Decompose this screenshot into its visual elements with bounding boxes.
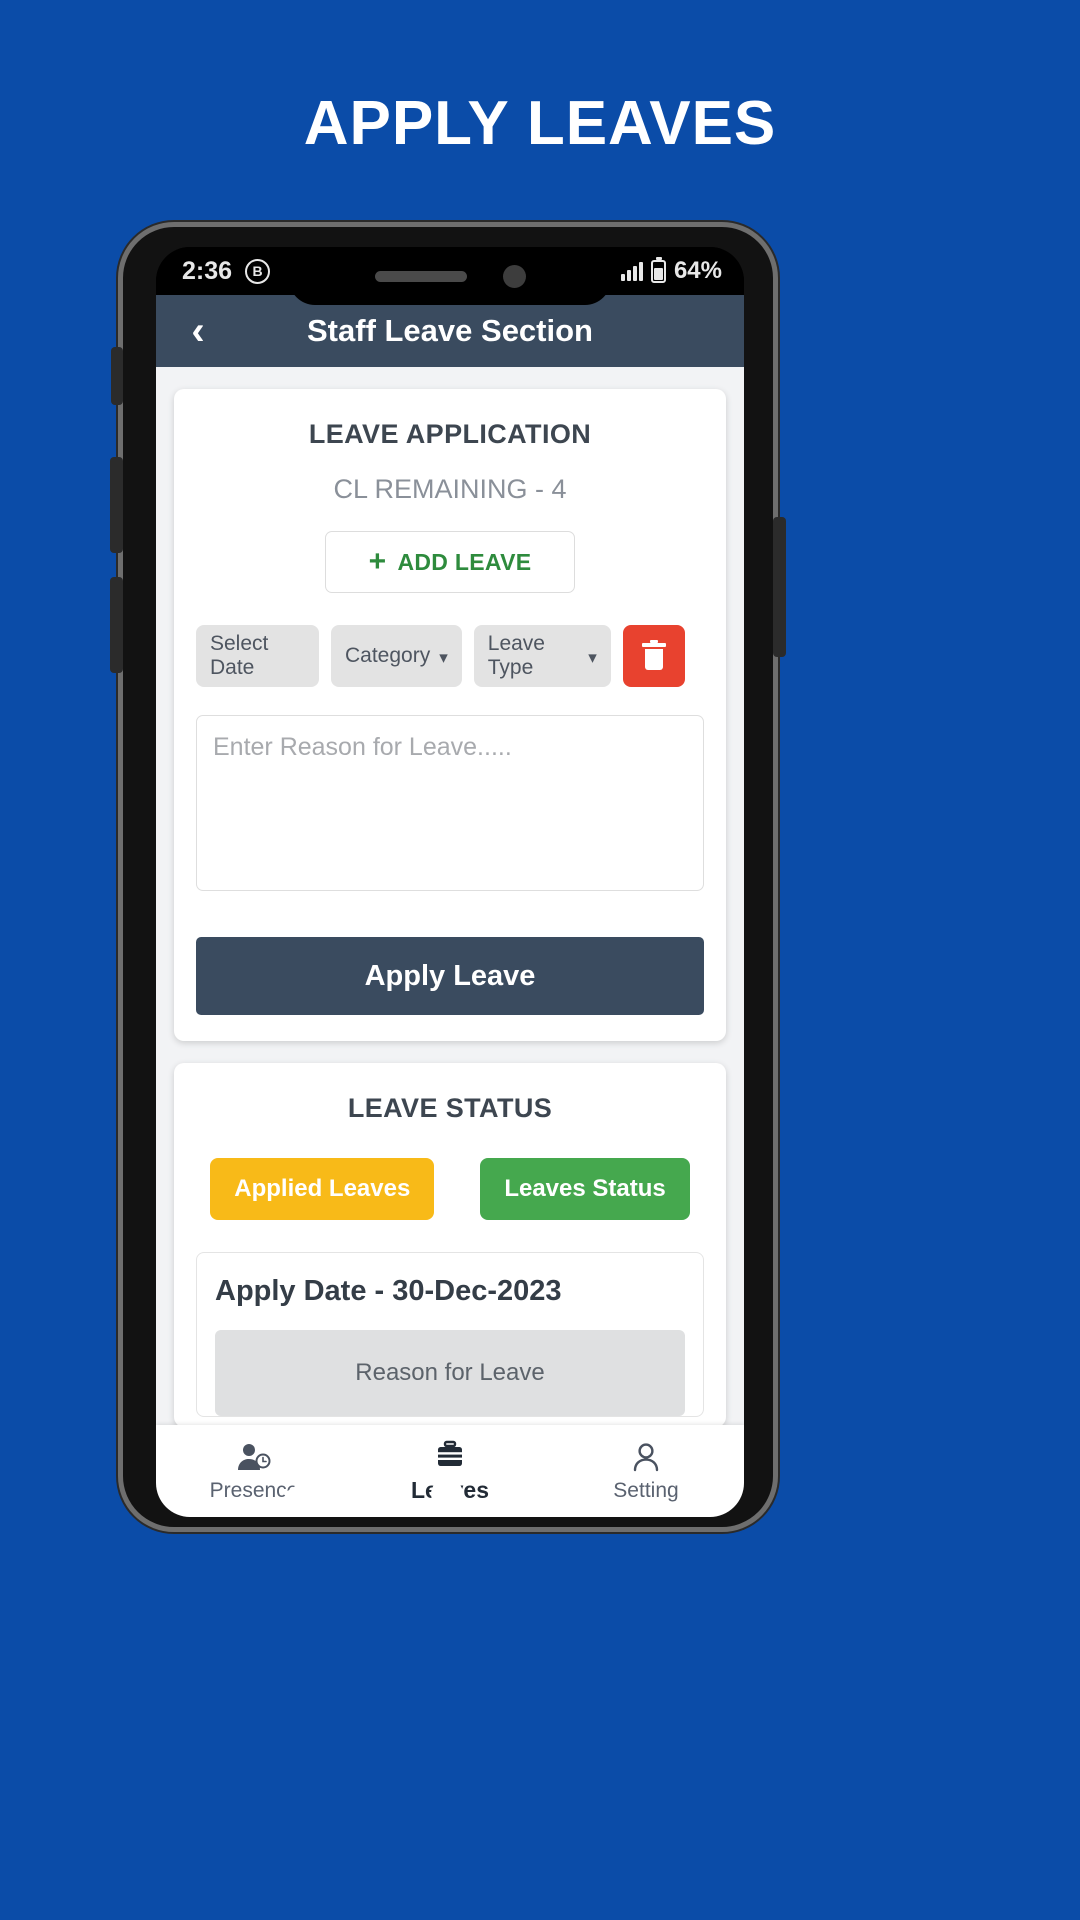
select-date-label: Select Date — [210, 632, 269, 679]
category-label: Category — [345, 644, 431, 667]
back-button[interactable]: ‹ — [178, 311, 218, 351]
leaves-status-button[interactable]: Leaves Status — [480, 1158, 690, 1220]
battery-percent: 64% — [673, 257, 722, 284]
app-bar-title: Staff Leave Section — [307, 313, 593, 348]
page-title: APPLY LEAVES — [303, 89, 777, 158]
page-root: APPLY LEAVES 2:36 B 64% ‹ Staff Leave Se… — [0, 0, 1080, 1920]
whatsapp-icon: B — [245, 258, 271, 284]
android-navigation-bar — [118, 1456, 778, 1532]
phone-screen: 2:36 B 64% ‹ Staff Leave Section LEAVE A… — [156, 247, 744, 1517]
leaves-status-label: Leaves Status — [504, 1175, 666, 1202]
cl-remaining-text: CL REMAINING - 4 — [333, 474, 567, 504]
phone-frame: 2:36 B 64% ‹ Staff Leave Section LEAVE A… — [110, 222, 786, 1532]
earpiece-speaker — [374, 270, 467, 282]
phone-button-volume-up[interactable] — [110, 457, 123, 553]
phone-button-power[interactable] — [773, 517, 786, 657]
android-home-icon[interactable] — [430, 1478, 463, 1510]
delete-row-button[interactable] — [622, 625, 685, 687]
reason-textarea[interactable]: Enter Reason for Leave..... — [196, 715, 704, 891]
status-bar-right: 64% — [620, 256, 744, 285]
phone-notch — [289, 247, 611, 305]
trash-icon — [641, 639, 666, 670]
android-back-icon[interactable] — [282, 1477, 309, 1511]
leave-type-label: Leave Type — [487, 632, 545, 679]
apply-leave-label: Apply Leave — [364, 959, 536, 992]
status-bar-left: 2:36 B — [156, 256, 271, 286]
leave-application-title: LEAVE APPLICATION — [308, 419, 592, 449]
applied-leaves-button[interactable]: Applied Leaves — [210, 1158, 435, 1220]
scroll-content[interactable]: LEAVE APPLICATION CL REMAINING - 4 + ADD… — [156, 367, 744, 1425]
phone-button-volume-down[interactable] — [110, 577, 123, 673]
category-dropdown[interactable]: Category ▾ — [331, 625, 462, 687]
applied-leaves-label: Applied Leaves — [234, 1175, 411, 1202]
reason-for-leave-header: Reason for Leave — [215, 1330, 685, 1416]
status-bar: 2:36 B 64% — [156, 247, 744, 305]
apply-date-label: Apply Date - 30-Dec-2023 — [215, 1275, 562, 1307]
leave-status-title: LEAVE STATUS — [347, 1093, 553, 1123]
add-leave-label: ADD LEAVE — [397, 548, 532, 575]
app-bar: ‹ Staff Leave Section — [156, 295, 744, 367]
leave-status-card: LEAVE STATUS Applied Leaves Leaves Statu… — [174, 1063, 726, 1425]
signal-icon — [620, 261, 643, 281]
leave-entry-row: Select Date Category ▾ Leave Type ▾ — [196, 625, 704, 687]
status-time: 2:36 — [182, 256, 233, 285]
front-camera-icon — [502, 264, 526, 288]
chevron-down-icon: ▾ — [439, 647, 448, 667]
plus-icon: + — [368, 545, 387, 578]
chevron-down-icon: ▾ — [588, 647, 597, 667]
android-recents-icon[interactable] — [584, 1479, 614, 1509]
leave-status-tabs: Applied Leaves Leaves Status — [196, 1158, 704, 1220]
add-leave-button[interactable]: + ADD LEAVE — [325, 531, 575, 593]
select-date-button[interactable]: Select Date — [196, 625, 319, 687]
phone-button-mute[interactable] — [111, 347, 123, 405]
applied-leave-entry: Apply Date - 30-Dec-2023 Reason for Leav… — [196, 1252, 704, 1417]
battery-icon — [650, 256, 666, 283]
reason-placeholder: Enter Reason for Leave..... — [213, 733, 512, 761]
apply-leave-button[interactable]: Apply Leave — [196, 937, 704, 1015]
leave-type-dropdown[interactable]: Leave Type ▾ — [473, 625, 611, 687]
leave-application-card: LEAVE APPLICATION CL REMAINING - 4 + ADD… — [174, 389, 726, 1041]
